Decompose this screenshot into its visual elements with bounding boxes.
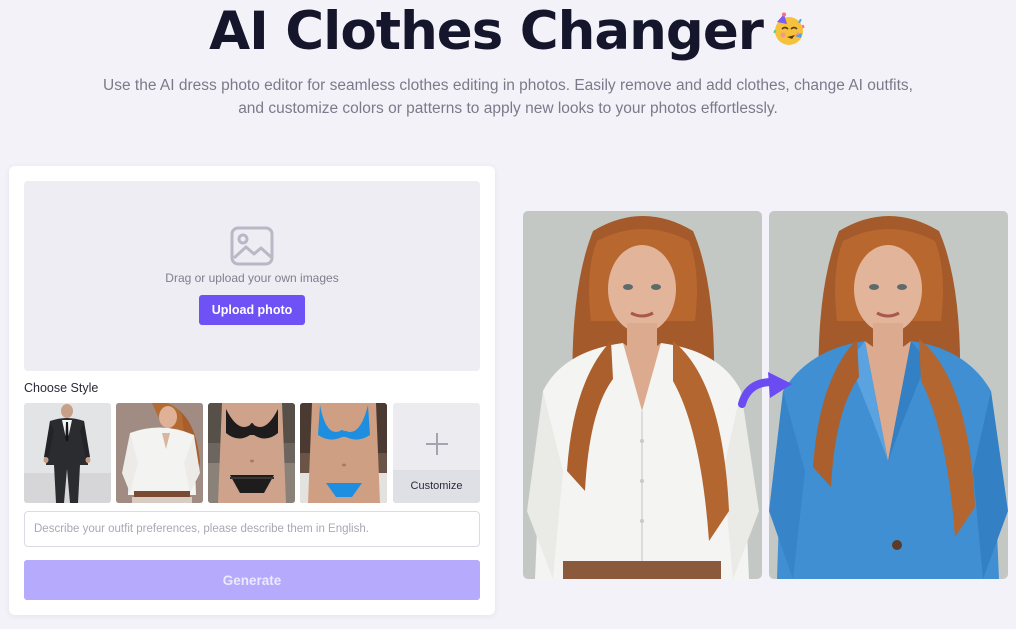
page-subtitle: Use the AI dress photo editor for seamle… <box>103 77 913 117</box>
style-suit-thumbnail <box>24 403 111 503</box>
party-face-icon <box>773 12 805 46</box>
curved-arrow-icon <box>738 372 792 408</box>
after-image <box>769 211 1008 579</box>
upload-dropzone[interactable]: Drag or upload your own images Upload ph… <box>24 181 480 371</box>
page-title: AI Clothes Changer <box>0 2 1016 62</box>
before-image <box>523 211 762 579</box>
before-photo-white-shirt <box>523 211 762 579</box>
style-shirt-thumbnail <box>116 403 203 503</box>
style-bikini-thumbnail <box>300 403 387 503</box>
plus-icon <box>426 433 448 455</box>
customize-style-button[interactable]: Customize <box>393 403 480 503</box>
style-lingerie-thumbnail <box>208 403 295 503</box>
after-photo-blue-blazer <box>769 211 1008 579</box>
style-option-shirt[interactable] <box>116 403 203 503</box>
outfit-description-input[interactable] <box>24 511 480 547</box>
style-option-suit[interactable] <box>24 403 111 503</box>
upload-photo-button[interactable]: Upload photo <box>199 295 305 325</box>
customize-label: Customize <box>393 470 480 503</box>
page-title-text: AI Clothes Changer <box>209 1 764 62</box>
choose-style-label: Choose Style <box>24 381 99 395</box>
generate-button[interactable]: Generate <box>24 560 480 600</box>
editor-panel: Drag or upload your own images Upload ph… <box>9 166 495 615</box>
upload-hint: Drag or upload your own images <box>165 271 339 285</box>
image-icon <box>230 226 274 266</box>
style-list: Customize <box>24 403 480 503</box>
style-option-lingerie[interactable] <box>208 403 295 503</box>
style-option-bikini[interactable] <box>300 403 387 503</box>
